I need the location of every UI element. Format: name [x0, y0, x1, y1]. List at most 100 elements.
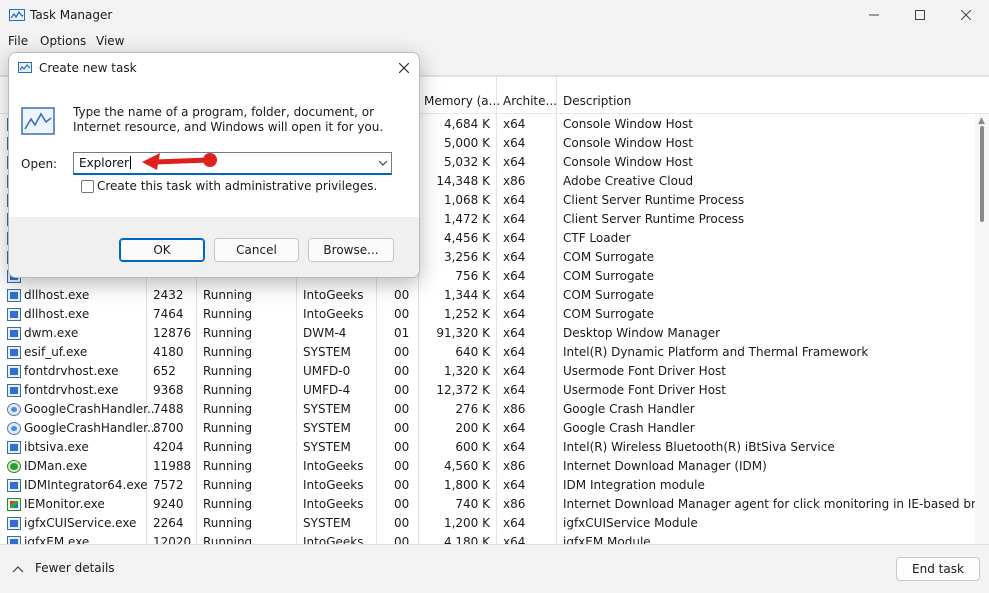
table-row[interactable]: fontdrvhost.exe 652 Running UMFD-0 00 1,320 K… [0, 362, 975, 381]
dialog-close-button[interactable] [393, 58, 415, 78]
process-description: Google Crash Handler [563, 421, 695, 435]
title-bar: Task Manager [0, 0, 989, 30]
crash-handler-icon [7, 422, 21, 435]
table-row[interactable]: dllhost.exe 2432 Running IntoGeeks 00 1,344 K… [0, 286, 975, 305]
process-architecture: x64 [503, 231, 526, 245]
table-row[interactable]: dllhost.exe 7464 Running IntoGeeks 00 1,252 K… [0, 305, 975, 324]
chevron-up-icon[interactable] [12, 565, 24, 573]
process-memory: 740 K [455, 497, 490, 511]
fewer-details-link[interactable]: Fewer details [35, 561, 115, 575]
table-row[interactable]: fontdrvhost.exe 9368 Running UMFD-4 00 12,372… [0, 381, 975, 400]
menu-view[interactable]: View [96, 34, 124, 48]
process-architecture: x64 [503, 269, 526, 283]
open-input[interactable]: Explorer [79, 156, 131, 170]
ok-button[interactable]: OK [119, 238, 205, 262]
process-name: esif_uf.exe [24, 345, 88, 359]
process-architecture: x64 [503, 478, 526, 492]
menu-file[interactable]: File [8, 34, 28, 48]
process-cpu: 00 [394, 288, 410, 302]
cancel-button[interactable]: Cancel [214, 238, 299, 262]
process-memory: 276 K [455, 402, 490, 416]
process-pid: 4180 [153, 345, 184, 359]
table-row[interactable]: dwm.exe 12876 Running DWM-4 01 91,320 K x64 Des… [0, 324, 975, 343]
process-pid: 12020 [153, 535, 192, 544]
process-description: Intel(R) Dynamic Platform and Thermal Fr… [563, 345, 869, 359]
process-pid: 12876 [153, 326, 192, 340]
chevron-down-icon[interactable] [376, 156, 390, 170]
process-name: IDMan.exe [24, 459, 88, 473]
process-description: COM Surrogate [563, 288, 655, 302]
maximize-button[interactable] [897, 0, 943, 30]
process-cpu: 00 [394, 478, 410, 492]
process-memory: 14,348 K [436, 174, 490, 188]
end-task-button[interactable]: End task [896, 557, 980, 581]
process-memory: 5,000 K [443, 136, 490, 150]
ie-monitor-icon [7, 498, 21, 511]
window-title: Task Manager [30, 8, 113, 22]
process-name: ibtsiva.exe [24, 440, 89, 454]
table-row[interactable]: igfxEM.exe 12020 Running IntoGeeks 00 4,180 K… [0, 533, 975, 544]
process-memory: 640 K [455, 345, 490, 359]
process-description: Console Window Host [563, 136, 693, 150]
process-user: IntoGeeks [303, 307, 364, 321]
minimize-button[interactable] [851, 0, 897, 30]
process-memory: 4,684 K [443, 117, 490, 131]
maximize-icon [915, 10, 925, 20]
browse-button[interactable]: Browse... [308, 238, 394, 262]
process-user: UMFD-4 [303, 383, 351, 397]
table-row[interactable]: igfxCUIService.exe 2264 Running SYSTEM 00 1,2… [0, 514, 975, 533]
process-user: IntoGeeks [303, 478, 364, 492]
process-architecture: x64 [503, 345, 526, 359]
process-pid: 11988 [153, 459, 192, 473]
process-architecture: x64 [503, 288, 526, 302]
close-button[interactable] [943, 0, 989, 30]
process-cpu: 00 [394, 307, 410, 321]
process-name: fontdrvhost.exe [24, 383, 119, 397]
table-row[interactable]: ibtsiva.exe 4204 Running SYSTEM 00 600 K x64 In… [0, 438, 975, 457]
process-memory: 756 K [455, 269, 490, 283]
process-memory: 1,068 K [443, 193, 490, 207]
table-row[interactable]: GoogleCrashHandler... 8700 Running SYSTEM 00… [0, 419, 975, 438]
process-icon [7, 517, 21, 530]
vertical-scrollbar[interactable]: ▲ [975, 114, 989, 544]
open-combobox[interactable]: Explorer [73, 152, 392, 175]
process-user: SYSTEM [303, 440, 351, 454]
process-user: SYSTEM [303, 421, 351, 435]
open-label: Open: [21, 157, 58, 171]
table-row[interactable]: esif_uf.exe 4180 Running SYSTEM 00 640 K x64 In… [0, 343, 975, 362]
process-user: IntoGeeks [303, 535, 364, 544]
menu-options[interactable]: Options [40, 34, 86, 48]
table-row[interactable]: IDMIntegrator64.exe 7572 Running IntoGeeks 0… [0, 476, 975, 495]
dialog-title-bar: Create new task [9, 53, 419, 83]
process-icon [7, 346, 21, 359]
menu-bar: File Options View [0, 30, 989, 52]
process-description: Google Crash Handler [563, 402, 695, 416]
table-row[interactable]: IEMonitor.exe 9240 Running IntoGeeks 00 740 K… [0, 495, 989, 514]
process-architecture: x86 [503, 174, 526, 188]
annotation-arrow-icon [142, 153, 217, 170]
process-architecture: x64 [503, 193, 526, 207]
process-description: COM Surrogate [563, 307, 655, 321]
process-architecture: x86 [503, 402, 526, 416]
admin-privileges-label[interactable]: Create this task with administrative pri… [97, 179, 377, 193]
process-name: GoogleCrashHandler... [24, 402, 159, 416]
process-status: Running [203, 383, 253, 397]
process-icon [7, 441, 21, 454]
process-description: Internet Download Manager (IDM) [563, 459, 767, 473]
process-architecture: x64 [503, 421, 526, 435]
crash-handler-icon [7, 403, 21, 416]
process-user: IntoGeeks [303, 459, 364, 473]
process-cpu: 01 [394, 326, 410, 340]
process-pid: 2264 [153, 516, 184, 530]
admin-privileges-checkbox[interactable] [81, 180, 94, 193]
process-status: Running [203, 497, 253, 511]
process-pid: 9240 [153, 497, 184, 511]
scroll-up-icon[interactable]: ▲ [978, 116, 985, 126]
process-description: Client Server Runtime Process [563, 212, 745, 226]
table-row[interactable]: GoogleCrashHandler... 7488 Running SYSTEM 00… [0, 400, 975, 419]
process-architecture: x64 [503, 117, 526, 131]
task-manager-icon [9, 9, 25, 21]
table-row[interactable]: IDMan.exe 11988 Running IntoGeeks 00 4,560 K x… [0, 457, 975, 476]
dialog-footer: OK Cancel Browse... [9, 217, 419, 277]
scroll-thumb[interactable] [980, 126, 984, 222]
